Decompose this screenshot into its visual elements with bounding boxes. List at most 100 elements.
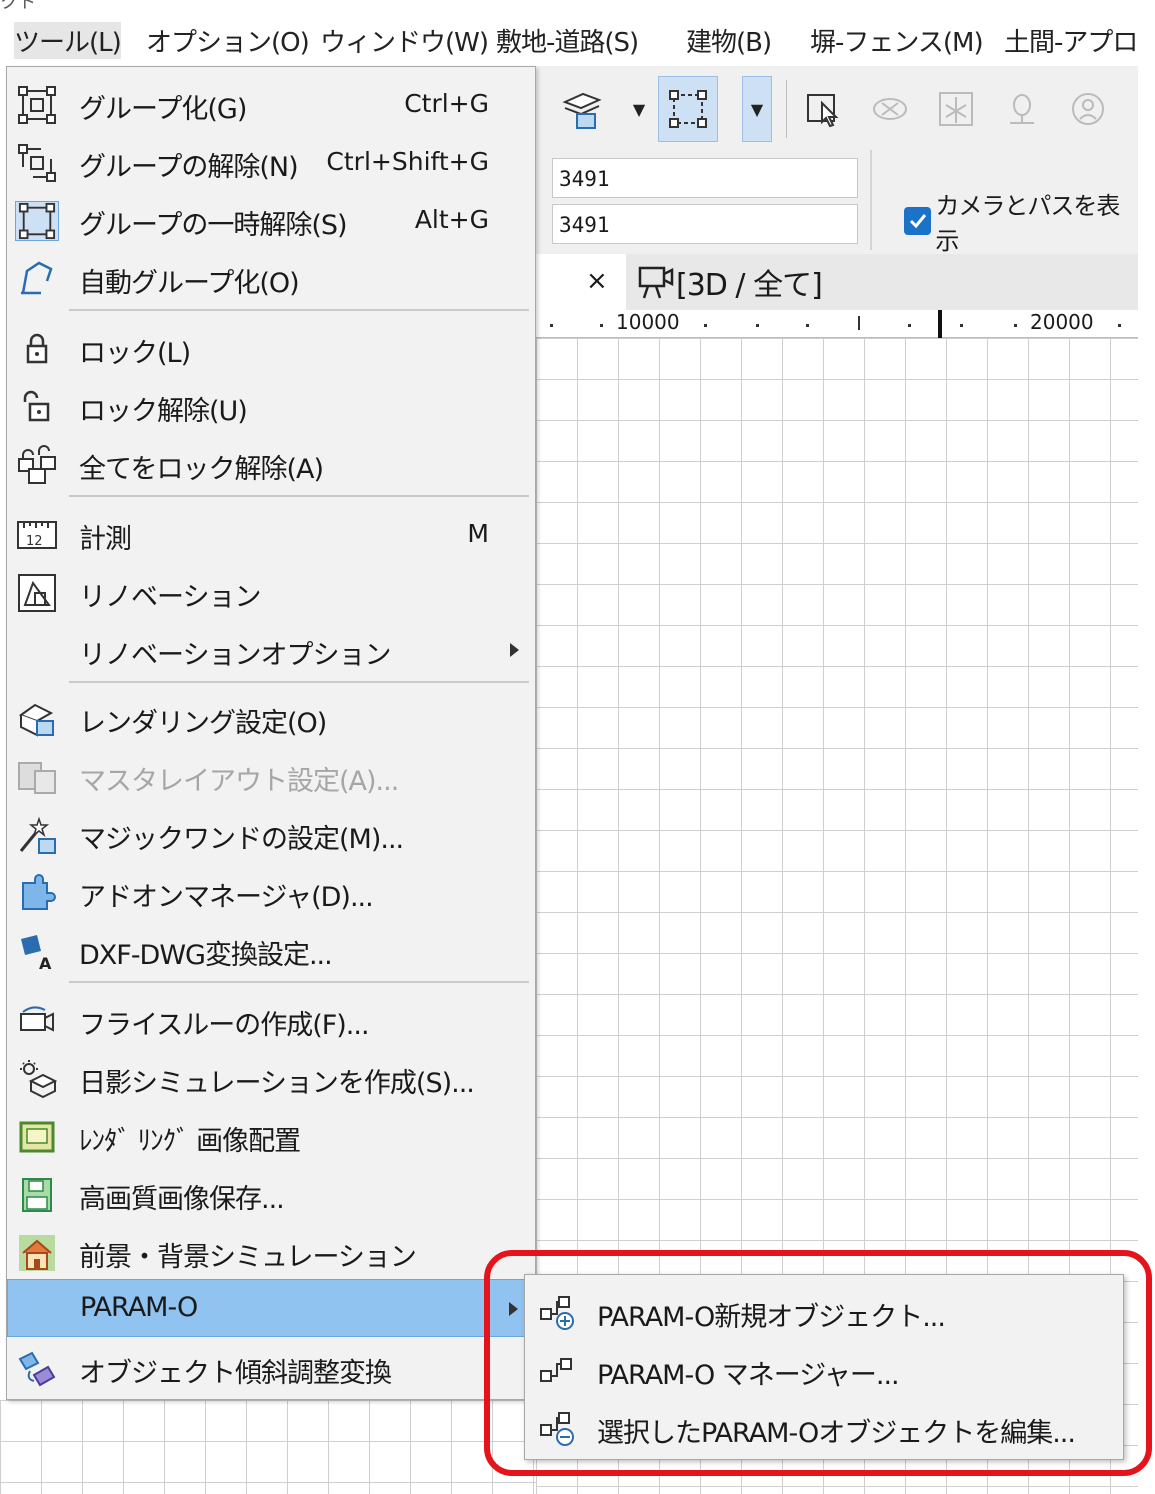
- toolbar: ▼ ▼: [536, 66, 1138, 150]
- value-field-1[interactable]: 3491: [552, 158, 858, 198]
- menu-item-label: ロック(L): [79, 338, 191, 369]
- suspend-group-icon: [15, 201, 59, 241]
- menu-item-label: 全てをロック解除(A): [79, 454, 324, 485]
- menu-item-foreground-background[interactable]: 前景・背景シミュレーション: [7, 1223, 535, 1281]
- info-bar: 3491 3491 カメラとパスを表示: [536, 150, 1138, 256]
- menu-item-label: フライスルーの作成(F)...: [79, 1010, 370, 1041]
- tool-button-4[interactable]: [992, 76, 1052, 142]
- menu-item-label: 自動グループ化(O): [79, 268, 300, 299]
- menu-item-shortcut: Ctrl+G: [404, 89, 489, 118]
- layer-icon: [562, 92, 602, 129]
- menu-building[interactable]: 建物(B): [686, 22, 772, 59]
- menu-item-rendering-image-place[interactable]: ﾚﾝﾀﾞ ﾘﾝｸﾞ 画像配置: [7, 1107, 535, 1165]
- menu-item-dxf-dwg[interactable]: A DXF-DWG変換設定...: [7, 921, 535, 979]
- menu-item-sun-shadow[interactable]: 日影シミュレーションを作成(S)...: [7, 1049, 535, 1107]
- menu-approach[interactable]: 土間-アプロ: [1004, 22, 1138, 59]
- menu-item-ungroup[interactable]: グループの解除(N) Ctrl+Shift+G: [7, 133, 535, 191]
- horizontal-ruler: 10000 20000: [536, 310, 1138, 338]
- tree-icon: [939, 92, 973, 126]
- cursor-select-icon: [807, 94, 839, 128]
- menu-item-label: オブジェクト傾斜調整変換: [79, 1358, 392, 1389]
- drawing-canvas-lower[interactable]: [0, 1400, 536, 1494]
- unlock-all-icon: [15, 445, 59, 485]
- menu-item-master-layout: マスタレイアウト設定(A)...: [7, 747, 535, 805]
- renovation-icon: [15, 573, 59, 613]
- ruler-label-10000: 10000: [616, 310, 680, 334]
- value-field-2[interactable]: 3491: [552, 204, 858, 244]
- menu-item-renovation-options[interactable]: リノベーションオプション: [7, 621, 535, 679]
- menu-item-label: ﾚﾝﾀﾞ ﾘﾝｸﾞ 画像配置: [79, 1126, 301, 1157]
- menu-item-shortcut: Alt+G: [414, 205, 489, 234]
- menu-item-magic-wand[interactable]: マジックワンドの設定(M)...: [7, 805, 535, 863]
- house-icon: [15, 1233, 59, 1273]
- layer-dropdown[interactable]: ▼: [624, 76, 654, 142]
- menu-item-label: DXF-DWG変換設定...: [79, 940, 333, 971]
- menu-options[interactable]: オプション(O): [146, 22, 310, 59]
- sun-shadow-icon: [15, 1059, 59, 1099]
- menu-item-group[interactable]: グループ化(G) Ctrl+G: [7, 75, 535, 133]
- menu-item-tilt-adjust[interactable]: オブジェクト傾斜調整変換: [7, 1339, 535, 1397]
- suspend-group-icon: [669, 90, 707, 128]
- menu-item-label: グループの解除(N): [79, 152, 299, 183]
- menu-tools[interactable]: ツール(L): [14, 22, 122, 59]
- tilt-icon: [15, 1349, 59, 1389]
- camera-icon: [15, 1001, 59, 1041]
- svg-text:12: 12: [26, 534, 43, 549]
- menu-item-label: 計測: [79, 524, 132, 555]
- ruler-icon: 12: [15, 515, 59, 555]
- suspend-group-button[interactable]: [658, 76, 718, 142]
- tool-button-2[interactable]: [860, 76, 920, 142]
- menu-item-auto-group[interactable]: 自動グループ化(O): [7, 249, 535, 307]
- menu-window[interactable]: ウィンドウ(W): [320, 22, 489, 59]
- menu-item-renovation[interactable]: リノベーション: [7, 563, 535, 621]
- window-title: クト: [0, 0, 36, 13]
- tool-button-3[interactable]: [926, 76, 986, 142]
- menu-item-rendering-settings[interactable]: レンダリング設定(O): [7, 689, 535, 747]
- rendering-settings-icon: [15, 699, 59, 739]
- master-layout-icon: [15, 757, 59, 797]
- tools-menu: グループ化(G) Ctrl+G グループの解除(N) Ctrl+Shift+G …: [6, 66, 536, 1400]
- tab-3d-all[interactable]: [3D / 全て]: [626, 254, 1138, 310]
- menu-item-label: マジックワンドの設定(M)...: [79, 824, 404, 855]
- image-place-icon: [15, 1117, 59, 1157]
- menu-item-unlock-all[interactable]: 全てをロック解除(A): [7, 435, 535, 493]
- red-highlight-callout: [484, 1250, 1152, 1476]
- menu-site-road[interactable]: 敷地-道路(S): [496, 22, 639, 59]
- checkbox-checked-icon: [904, 207, 932, 235]
- menu-item-label: ロック解除(U): [79, 396, 248, 427]
- addon-manager-icon: [15, 873, 59, 913]
- menu-item-label: マスタレイアウト設定(A)...: [79, 766, 399, 797]
- tab-close-button[interactable]: ×: [586, 266, 608, 296]
- menu-item-label: PARAM-O: [80, 1292, 198, 1323]
- menu-item-label: グループの一時解除(S): [79, 210, 348, 241]
- person-icon: [1072, 93, 1104, 125]
- menu-item-label: リノベーションオプション: [79, 640, 391, 671]
- menu-item-lock[interactable]: ロック(L): [7, 319, 535, 377]
- menu-item-label: レンダリング設定(O): [79, 708, 327, 739]
- menu-item-save-hq-image[interactable]: 高画質画像保存...: [7, 1165, 535, 1223]
- lock-icon: [15, 329, 59, 369]
- menubar: クト ツール(L) オプション(O) ウィンドウ(W) 敷地-道路(S) 建物(…: [0, 0, 1155, 66]
- menu-item-label: 前景・背景シミュレーション: [79, 1242, 417, 1273]
- menu-item-addon-manager[interactable]: アドオンマネージャ(D)...: [7, 863, 535, 921]
- menu-item-suspend-group[interactable]: グループの一時解除(S) Alt+G: [7, 191, 535, 249]
- tab-label: [3D / 全て]: [676, 268, 823, 303]
- 3d-camera-icon: [638, 266, 674, 299]
- tool-button-5[interactable]: [1058, 76, 1118, 142]
- menu-fence[interactable]: 塀-フェンス(M): [810, 22, 984, 59]
- menu-item-flythrough[interactable]: フライスルーの作成(F)...: [7, 991, 535, 1049]
- ruler-label-20000: 20000: [1030, 310, 1094, 334]
- menu-item-shortcut: M: [467, 519, 489, 548]
- auto-group-icon: [15, 259, 59, 299]
- object-icon: [873, 98, 907, 120]
- group-dropdown[interactable]: ▼: [742, 76, 772, 142]
- lamp-icon: [1010, 94, 1034, 124]
- menu-item-param-o[interactable]: PARAM-O: [7, 1279, 535, 1337]
- select-button[interactable]: [794, 76, 854, 142]
- layer-button[interactable]: [552, 76, 612, 142]
- menu-item-measure[interactable]: 12 計測 M: [7, 505, 535, 563]
- menu-item-label: 高画質画像保存...: [79, 1184, 285, 1215]
- menu-item-unlock[interactable]: ロック解除(U): [7, 377, 535, 435]
- menu-item-label: リノベーション: [79, 582, 261, 613]
- show-camera-path-checkbox[interactable]: カメラとパスを表示: [904, 186, 1138, 256]
